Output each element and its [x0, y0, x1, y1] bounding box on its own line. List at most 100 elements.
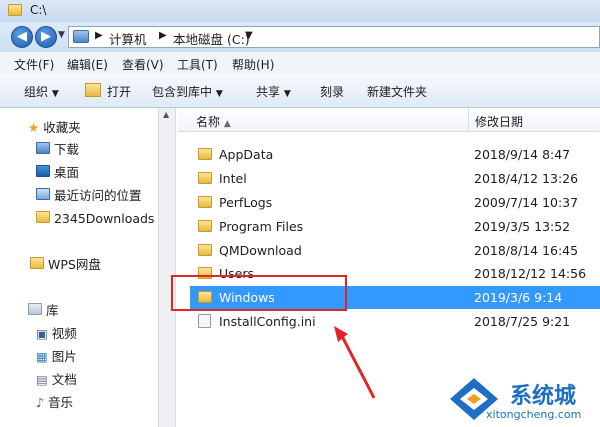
back-button[interactable]: ◀	[11, 26, 33, 48]
recent-places-icon	[36, 188, 50, 200]
chevron-down-icon: ▼	[283, 89, 291, 99]
nav-item-label: 桌面	[53, 165, 79, 180]
nav-item-label: 最近访问的位置	[53, 188, 142, 203]
pictures-icon: ▦	[36, 349, 48, 364]
file-row[interactable]: Intel 2018/4/12 13:26	[190, 167, 600, 190]
share-label: 共享	[256, 85, 281, 99]
open-icon	[85, 83, 101, 97]
address-segment-drive[interactable]: 本地磁盘 (C:)	[173, 29, 250, 48]
new-folder-button[interactable]: 新建文件夹	[367, 83, 427, 100]
nav-item-label: 音乐	[47, 395, 73, 410]
nav-library-label: 库	[45, 303, 59, 318]
column-name-label: 名称	[196, 115, 221, 129]
file-row[interactable]: InstallConfig.ini 2018/7/25 9:21	[190, 310, 600, 333]
file-row[interactable]: Program Files 2019/3/5 13:52	[190, 215, 600, 238]
folder-icon	[8, 4, 22, 19]
nav-item-downloads[interactable]: 下载	[36, 140, 79, 160]
watermark-url: xitongcheng.com	[486, 408, 582, 421]
folder-icon	[198, 196, 212, 208]
forward-button[interactable]: ▶	[35, 26, 57, 48]
file-name: PerfLogs	[219, 195, 273, 210]
nav-item-videos[interactable]: ▣ 视频	[36, 324, 77, 344]
settings-file-icon	[198, 314, 211, 328]
file-row[interactable]: PerfLogs 2009/7/14 10:37	[190, 191, 600, 214]
file-row[interactable]: AppData 2018/9/14 8:47	[190, 143, 600, 166]
nav-item-pictures[interactable]: ▦ 图片	[36, 347, 77, 367]
window-title: C:\	[30, 3, 47, 17]
file-name: Program Files	[219, 219, 304, 234]
file-date: 2009/7/14 10:37	[474, 195, 579, 210]
folder-icon	[198, 220, 212, 232]
nav-item-label: 2345Downloads	[53, 211, 155, 226]
computer-icon	[73, 30, 89, 43]
nav-scrollbar[interactable]: ▲	[158, 108, 175, 427]
burn-button[interactable]: 刻录	[320, 83, 344, 100]
chevron-down-icon: ▼	[215, 89, 223, 99]
menu-view[interactable]: 查看(V)	[122, 56, 164, 73]
menu-edit[interactable]: 编辑(E)	[67, 56, 108, 73]
documents-icon: ▤	[36, 372, 48, 387]
file-date: 2018/12/12 14:56	[474, 266, 587, 281]
file-date: 2018/9/14 8:47	[474, 147, 571, 162]
nav-favorites-label: 收藏夹	[43, 120, 81, 135]
sort-ascending-icon: ▲	[223, 119, 231, 129]
recent-pages-dropdown[interactable]: ▼	[58, 30, 65, 40]
include-in-library-button[interactable]: 包含到库中 ▼	[152, 83, 223, 100]
menu-file[interactable]: 文件(F)	[14, 56, 54, 73]
address-segment-computer[interactable]: 计算机	[109, 29, 147, 48]
nav-item-wps[interactable]: WPS网盘	[30, 255, 101, 275]
menu-help[interactable]: 帮助(H)	[232, 56, 274, 73]
column-date[interactable]: 修改日期	[475, 113, 523, 130]
column-name[interactable]: 名称 ▲	[196, 113, 231, 130]
folder-icon	[198, 148, 212, 160]
music-icon: ♪	[36, 395, 44, 410]
organize-label: 组织	[24, 85, 49, 99]
watermark-brand: 系统城	[510, 384, 577, 409]
nav-item-label: 下载	[53, 142, 79, 157]
nav-favorites[interactable]: ★ 收藏夹	[28, 118, 81, 138]
file-date: 2019/3/6 9:14	[474, 290, 563, 305]
nav-item-documents[interactable]: ▤ 文档	[36, 370, 77, 390]
video-icon: ▣	[36, 326, 48, 341]
organize-button[interactable]: 组织 ▼	[24, 83, 59, 100]
nav-item-label: 图片	[51, 349, 77, 364]
star-icon: ★	[28, 120, 40, 135]
folder-icon	[30, 257, 44, 269]
nav-item-label: WPS网盘	[47, 257, 101, 272]
chevron-down-icon: ▼	[51, 89, 59, 99]
nav-item-label: 视频	[51, 326, 77, 341]
file-row[interactable]: QMDownload 2018/8/14 16:45	[190, 239, 600, 262]
nav-item-music[interactable]: ♪ 音乐	[36, 393, 73, 413]
library-icon	[28, 303, 42, 315]
address-chevron[interactable]: ▶	[95, 30, 103, 41]
desktop-icon	[36, 165, 50, 177]
address-box[interactable]: ▶ 计算机 ▶ 本地磁盘 (C:) ▼	[68, 26, 600, 48]
address-chevron[interactable]: ▼	[245, 30, 253, 41]
folder-icon	[198, 172, 212, 184]
downloads-folder-icon	[36, 142, 50, 154]
nav-item-desktop[interactable]: 桌面	[36, 163, 79, 183]
nav-item-recent[interactable]: 最近访问的位置	[36, 186, 142, 206]
address-chevron[interactable]: ▶	[159, 30, 167, 41]
title-bar: C:\	[0, 0, 600, 22]
share-button[interactable]: 共享 ▼	[256, 83, 291, 100]
nav-item-2345downloads[interactable]: 2345Downloads	[36, 209, 154, 229]
nav-item-label: 文档	[51, 372, 77, 387]
file-date: 2018/8/14 16:45	[474, 243, 579, 258]
include-in-library-label: 包含到库中	[152, 85, 213, 99]
menu-tools[interactable]: 工具(T)	[177, 56, 218, 73]
annotation-highlight-box	[171, 275, 347, 311]
annotation-arrow	[334, 326, 376, 399]
open-button[interactable]: 打开	[107, 83, 131, 100]
scroll-up-icon[interactable]: ▲	[163, 110, 169, 119]
column-divider[interactable]	[468, 108, 469, 132]
file-date: 2018/4/12 13:26	[474, 171, 579, 186]
file-date: 2018/7/25 9:21	[474, 314, 571, 329]
file-name: QMDownload	[219, 243, 302, 258]
column-header-row: 名称 ▲ 修改日期	[178, 108, 600, 132]
folder-icon	[36, 211, 50, 223]
file-name: AppData	[219, 147, 274, 162]
file-date: 2019/3/5 13:52	[474, 219, 571, 234]
nav-library[interactable]: 库	[28, 301, 59, 321]
folder-icon	[198, 244, 212, 256]
